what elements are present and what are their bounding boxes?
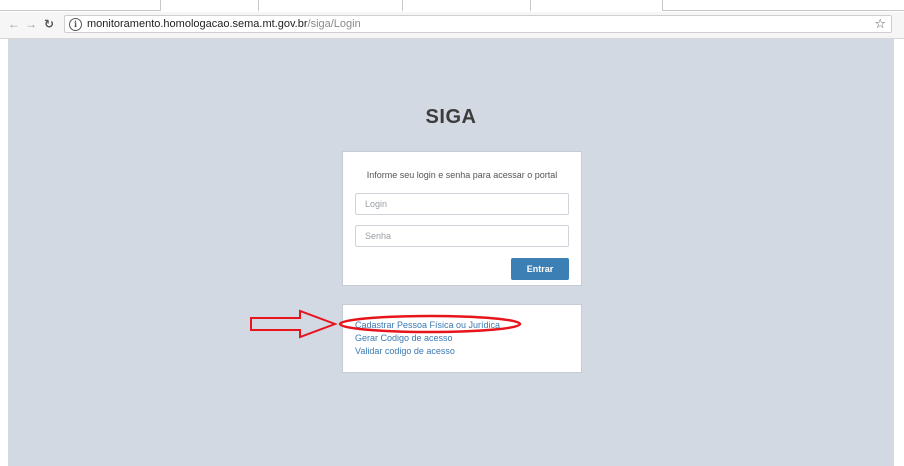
- tab-edge: [530, 0, 531, 11]
- tab-edge: [160, 0, 161, 11]
- url-text[interactable]: monitoramento.homologacao.sema.mt.gov.br…: [87, 18, 361, 31]
- reload-icon[interactable]: ↻: [41, 16, 57, 32]
- bookmark-star-icon[interactable]: ☆: [874, 16, 886, 32]
- links-panel: Cadastrar Pessoa Física ou Jurídica Gera…: [342, 304, 582, 373]
- cadastrar-pessoa-link[interactable]: Cadastrar Pessoa Física ou Jurídica: [355, 320, 500, 330]
- forward-icon[interactable]: →: [23, 16, 39, 32]
- senha-input[interactable]: [355, 225, 569, 247]
- browser-toolbar: ← → ↻ i monitoramento.homologacao.sema.m…: [0, 12, 904, 39]
- validar-codigo-link[interactable]: Validar codigo de acesso: [355, 346, 455, 356]
- page-title: SIGA: [425, 106, 477, 128]
- url-host: monitoramento.homologacao.sema.mt.gov.br: [87, 18, 308, 30]
- tab-edge: [402, 0, 403, 11]
- page-viewport: SIGA Informe seu login e senha para aces…: [8, 39, 894, 466]
- tab-edge: [258, 0, 259, 11]
- back-icon[interactable]: ←: [6, 16, 22, 32]
- login-input[interactable]: [355, 193, 569, 215]
- browser-tab-strip: [0, 0, 904, 12]
- tab-strip-border: [662, 10, 904, 11]
- url-path: /siga/Login: [307, 18, 361, 30]
- login-panel: Informe seu login e senha para acessar o…: [342, 151, 582, 286]
- entrar-button[interactable]: Entrar: [511, 258, 569, 280]
- login-hint: Informe seu login e senha para acessar o…: [366, 170, 558, 180]
- gerar-codigo-link[interactable]: Gerar Codigo de acesso: [355, 333, 453, 343]
- tab-strip-border: [0, 10, 160, 11]
- info-icon[interactable]: i: [69, 18, 82, 31]
- address-bar[interactable]: i monitoramento.homologacao.sema.mt.gov.…: [64, 15, 892, 33]
